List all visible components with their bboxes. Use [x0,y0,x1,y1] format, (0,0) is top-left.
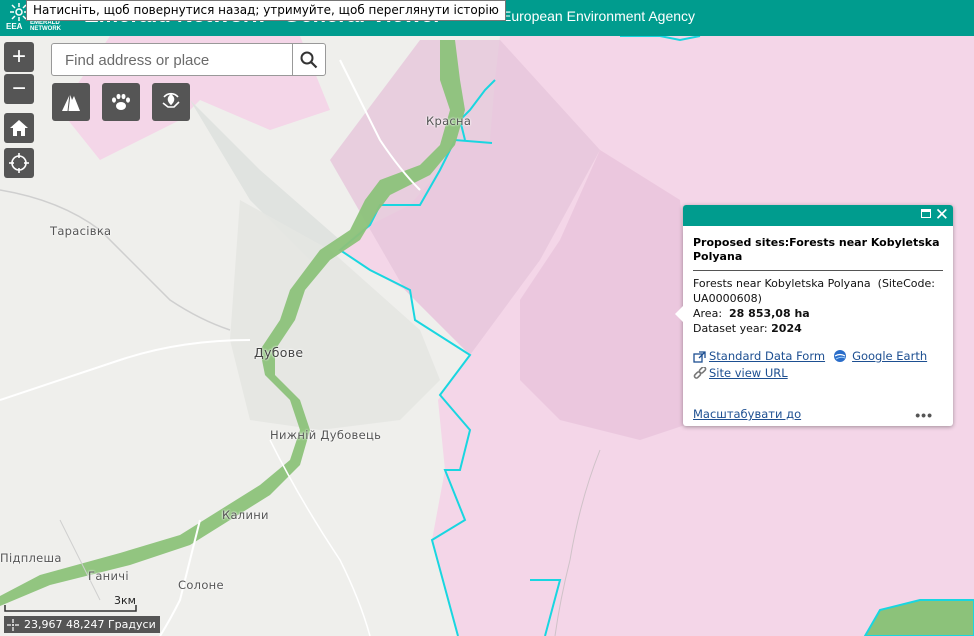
link-row-2: Site view URL [693,365,943,382]
mountain-tool-button[interactable] [52,83,90,121]
minus-icon: − [11,75,26,102]
coordinate-crosshair-icon [6,618,20,632]
close-icon[interactable]: ✕ [935,205,949,226]
popup-links: Standard Data Form Google Earth Site vie… [693,348,943,382]
logo-emerald-text: EMERALD NETWORK [30,20,61,32]
popup-footer: Масштабувати до [693,407,801,421]
standard-data-form-link[interactable]: Standard Data Form [709,348,825,365]
plus-icon: + [11,43,26,70]
popup-header: ✕ [683,205,953,226]
map-label-solone: Солоне [178,578,224,592]
dataset-year-line: Dataset year: 2024 [693,321,943,336]
coordinate-text: 23,967 48,247 Градуси [24,618,156,631]
site-code: UA0000608 [693,292,758,305]
popup-content: Forests near Kobyletska Polyana (SiteCod… [693,276,943,336]
chain-link-icon [693,366,707,379]
paw-icon [112,93,130,110]
map-label-krasna: Красна [426,114,472,128]
external-link-icon [693,350,706,363]
agency-name: European Environment Agency [502,8,696,24]
map-label-kalyny: Калини [222,508,269,522]
zoom-out-button[interactable]: − [4,74,34,104]
popup-title: Proposed sites:Forests near Kobyletska P… [693,236,943,271]
map-label-tarasivka: Тарасівка [50,224,112,238]
site-code-label: SiteCode: [881,277,935,290]
map-label-dubove: Дубове [254,345,304,360]
popup-body: Proposed sites:Forests near Kobyletska P… [683,226,953,382]
logo-eea-text: EEA [6,22,23,31]
dataset-year: 2024 [771,322,802,335]
map-label-hanychi: Ганичі [88,569,129,583]
site-name-line: Forests near Kobyletska Polyana (SiteCod… [693,277,935,305]
popup-pointer [675,305,684,323]
back-button-tooltip: Натисніть, щоб повернутися назад; утриму… [26,0,506,21]
google-earth-link[interactable]: Google Earth [852,348,927,365]
site-name: Forests near Kobyletska Polyana [693,277,871,290]
leaf-hand-icon [162,92,180,108]
area-line: Area: 28 853,08 ha [693,306,943,321]
crosshair-icon [9,153,29,173]
search-input[interactable] [53,45,299,76]
more-options-icon[interactable]: ••• [915,408,933,422]
coordinate-display[interactable]: 23,967 48,247 Градуси [4,616,160,633]
zoom-to-link[interactable]: Масштабувати до [693,407,801,421]
search-icon [300,51,318,68]
map-label-nyzhnii-dubovets: Нижній Дубовець [270,428,382,442]
area-label: Area: [693,307,723,320]
site-info-popup: ✕ Proposed sites:Forests near Kobyletska… [675,205,953,426]
maximize-icon[interactable] [921,209,931,218]
paw-tool-button[interactable] [102,83,140,121]
leaf-hand-tool-button[interactable] [152,83,190,121]
search-box [51,43,326,76]
zoom-in-button[interactable]: + [4,42,34,72]
map-label-pidplesha: Підплеша [0,551,62,565]
google-earth-icon [834,349,847,362]
mountain-icon [62,93,80,112]
site-view-url-link[interactable]: Site view URL [709,365,788,382]
home-icon [10,120,28,136]
link-row-1: Standard Data Form Google Earth [693,348,943,365]
area-value: 28 853,08 ha [729,307,810,320]
scale-bar [4,605,137,612]
locate-button[interactable] [4,148,34,178]
home-button[interactable] [4,113,34,143]
search-button[interactable] [292,44,325,75]
dataset-year-label: Dataset year: [693,322,768,335]
